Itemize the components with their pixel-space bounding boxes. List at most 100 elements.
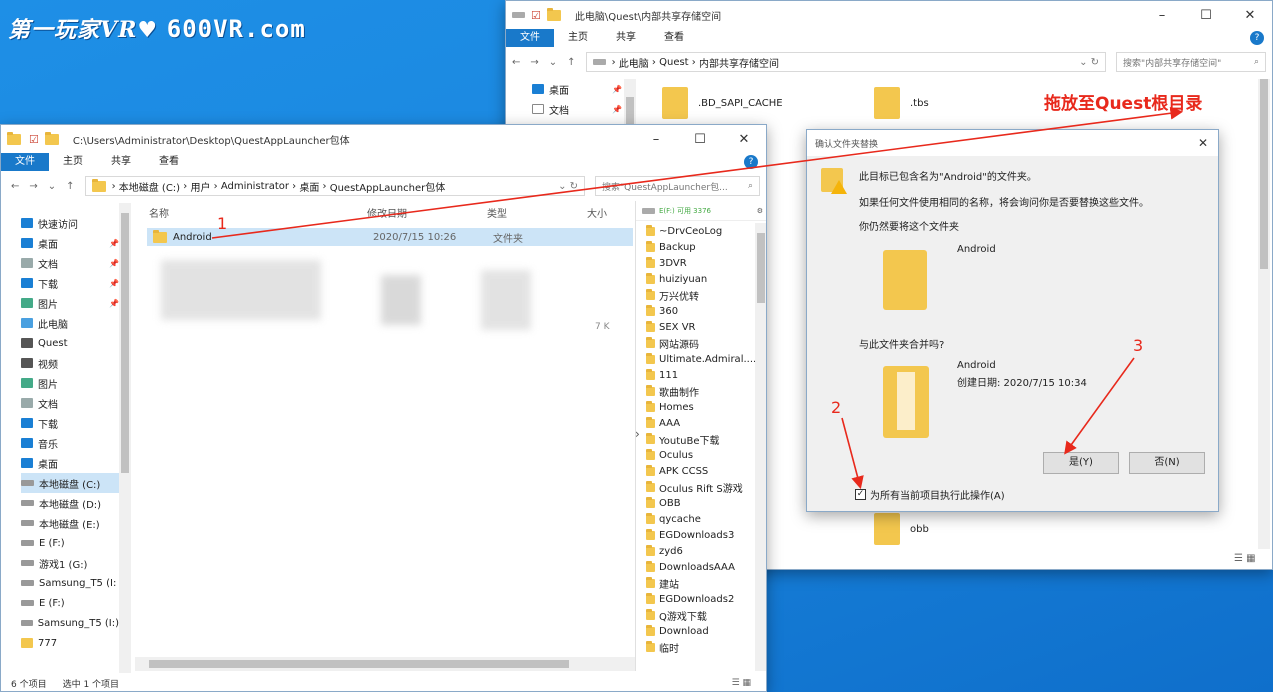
tab-home[interactable]: 主页 [49,153,97,171]
panel-folder-item[interactable]: Download [646,623,766,639]
panel-folder-item[interactable]: SEX VR [646,319,766,335]
panel-folder-item[interactable]: DownloadsAAA [646,559,766,575]
panel-folder-item[interactable]: 万兴优转 [646,287,766,303]
nav-item[interactable]: 此电脑 [21,313,119,333]
panel-folder-item[interactable]: Homes [646,399,766,415]
column-type[interactable]: 类型 [487,205,507,220]
tab-share[interactable]: 共享 [97,153,145,171]
apply-all-checkbox[interactable]: ✓ 为所有当前项目执行此操作(A) [855,487,1005,502]
panel-folder-item[interactable]: 3DVR [646,255,766,271]
column-size[interactable]: 大小 [587,205,607,220]
panel-folder-item[interactable]: ~DrvCeoLog [646,223,766,239]
tab-file[interactable]: 文件 [506,29,554,47]
nav-item[interactable]: 本地磁盘 (C:) [21,473,119,493]
minimize-button[interactable]: – [1140,8,1184,23]
nav-item[interactable]: Samsung_T5 (I:) [21,613,119,633]
breadcrumb-3[interactable]: 桌面 [299,179,319,194]
nav-item[interactable]: 桌面 [21,453,119,473]
panel-folder-item[interactable]: APK CCSS [646,463,766,479]
view-toggle-icons[interactable]: ☰ ▦ [1234,553,1256,564]
tab-view[interactable]: 查看 [145,153,193,171]
panel-folder-item[interactable]: Ultimate.Admiral.... [646,351,766,367]
nav-scrollbar[interactable] [119,203,131,673]
breadcrumb-0[interactable]: 本地磁盘 (C:) [119,179,180,194]
nav-scrollbar[interactable] [624,79,636,129]
up-icon[interactable]: ↑ [66,181,74,192]
close-icon[interactable]: ✕ [1198,136,1208,150]
column-date[interactable]: 修改日期 [367,205,407,220]
nav-item[interactable]: 下载 📌 [21,273,119,293]
nav-item[interactable]: 图片 📌 [21,293,119,313]
view-toggle-icons[interactable]: ☰ ▦ [732,678,751,688]
panel-folder-item[interactable]: huiziyuan [646,271,766,287]
panel-folder-item[interactable]: Q游戏下载 [646,607,766,623]
panel-folder-item[interactable]: Oculus Rift S游戏 [646,479,766,495]
nav-item-desktop[interactable]: 桌面 📌 [532,79,622,99]
nav-item[interactable]: Quest [21,333,119,353]
folder-item[interactable]: obb [874,513,929,545]
panel-folder-item[interactable]: 360 [646,303,766,319]
checkmark-icon[interactable]: ☑ [531,9,541,22]
breadcrumb-2[interactable]: 内部共享存储空间 [699,55,779,70]
nav-item[interactable]: E (F:) [21,533,119,553]
settings-icon[interactable]: ⚙ [757,207,763,215]
breadcrumb-4[interactable]: QuestAppLauncher包体 [330,179,446,194]
panel-folder-item[interactable]: 111 [646,367,766,383]
nav-item-documents[interactable]: 文档 📌 [532,99,622,119]
panel-folder-item[interactable]: EGDownloads2 [646,591,766,607]
forward-icon[interactable]: → [530,57,538,68]
tab-view[interactable]: 查看 [650,29,698,47]
panel-folder-item[interactable]: AAA [646,415,766,431]
dropdown-icon[interactable]: ⌄ [48,181,56,192]
no-button[interactable]: 否(N) [1129,452,1205,474]
nav-item[interactable]: 文档 [21,393,119,413]
breadcrumb-0[interactable]: 此电脑 [619,55,649,70]
panel-folder-item[interactable]: Oculus [646,447,766,463]
nav-item[interactable]: 桌面 📌 [21,233,119,253]
nav-item[interactable]: 音乐 [21,433,119,453]
nav-item[interactable]: 下载 [21,413,119,433]
nav-item[interactable]: 777 [21,633,119,653]
panel-folder-item[interactable]: zyd6 [646,543,766,559]
nav-item[interactable]: 视频 [21,353,119,373]
close-button[interactable]: ✕ [722,132,766,147]
panel-folder-item[interactable]: 临时 [646,639,766,655]
search-input[interactable]: 搜索"内部共享存储空间" ⌕ [1116,52,1266,72]
folder-item[interactable]: .BD_SAPI_CACHE [662,87,783,119]
content-scrollbar[interactable] [1258,79,1270,549]
panel-folder-item[interactable]: OBB [646,495,766,511]
panel-scrollbar[interactable] [755,223,766,671]
tab-file[interactable]: 文件 [1,153,49,171]
yes-button[interactable]: 是(Y) [1043,452,1119,474]
forward-icon[interactable]: → [29,181,37,192]
nav-item[interactable]: 文档 📌 [21,253,119,273]
tab-home[interactable]: 主页 [554,29,602,47]
checkmark-icon[interactable]: ☑ [29,133,39,146]
nav-item[interactable]: E (F:) [21,593,119,613]
panel-folder-item[interactable]: qycache [646,511,766,527]
breadcrumb-1[interactable]: Quest [659,57,689,68]
tab-share[interactable]: 共享 [602,29,650,47]
nav-item[interactable]: 快速访问 [21,213,119,233]
checkbox-checked-icon[interactable]: ✓ [855,489,866,500]
help-icon[interactable]: ? [1250,31,1264,45]
back-icon[interactable]: ← [11,181,19,192]
nav-item[interactable]: 游戏1 (G:) [21,553,119,573]
nav-item[interactable]: 本地磁盘 (D:) [21,493,119,513]
close-button[interactable]: ✕ [1228,8,1272,23]
chevron-right-icon[interactable]: › [635,427,640,441]
panel-folder-item[interactable]: 网站源码 [646,335,766,351]
address-bar[interactable]: › 本地磁盘 (C:) › 用户 › Administrator › 桌面 › … [84,176,585,196]
address-bar[interactable]: › 此电脑 › Quest › 内部共享存储空间 ⌄ ↻ [585,52,1106,72]
breadcrumb-2[interactable]: Administrator [221,181,289,192]
column-name[interactable]: 名称 [149,205,169,220]
panel-folder-item[interactable]: 建站 [646,575,766,591]
breadcrumb-1[interactable]: 用户 [190,179,210,194]
help-icon[interactable]: ? [744,155,758,169]
folder-item[interactable]: .tbs [874,87,929,119]
minimize-button[interactable]: – [634,132,678,147]
up-icon[interactable]: ↑ [567,57,575,68]
horizontal-scrollbar[interactable] [135,657,635,671]
panel-folder-item[interactable]: YoutuBe下载 [646,431,766,447]
panel-folder-item[interactable]: Backup [646,239,766,255]
